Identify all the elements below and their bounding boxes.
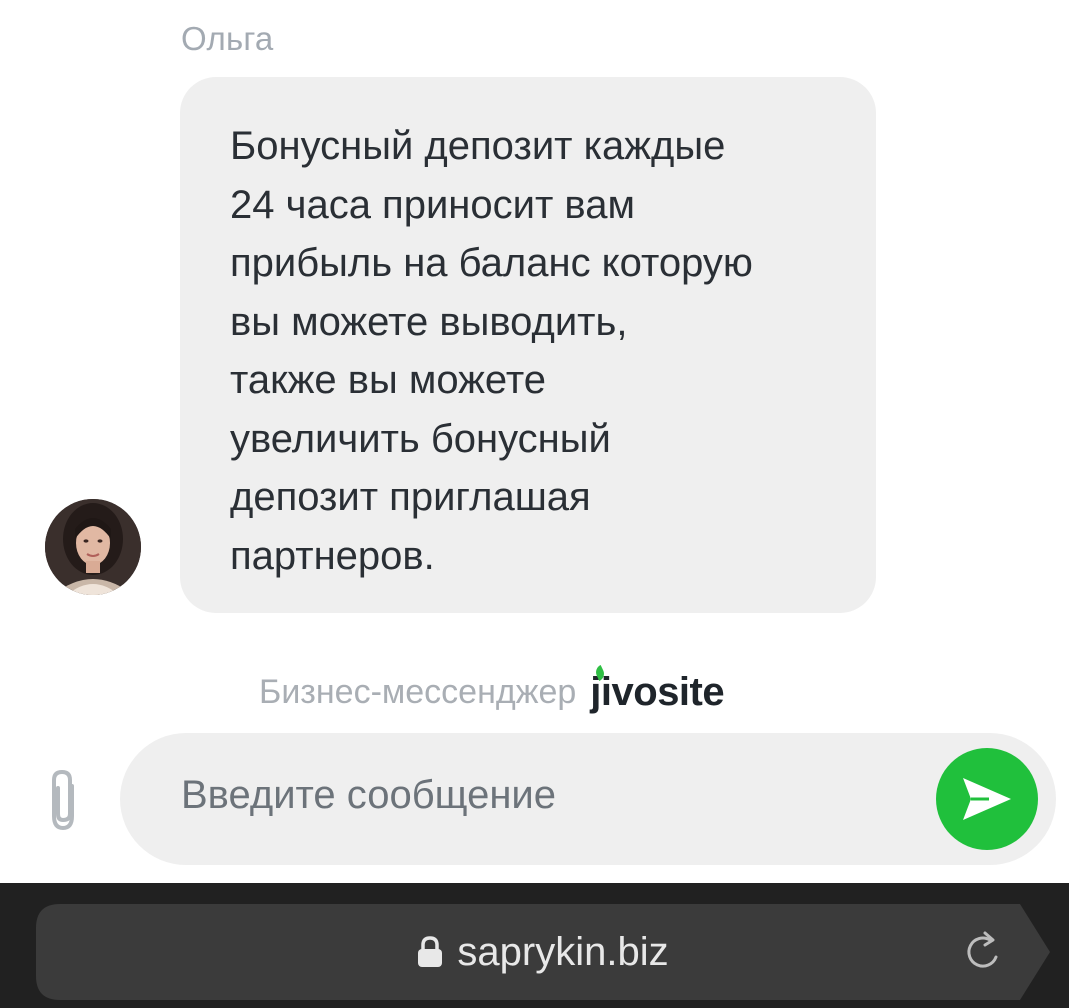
- branding-label: Бизнес-мессенджер: [259, 672, 577, 711]
- avatar-image: [45, 499, 141, 595]
- paperclip-icon[interactable]: [44, 768, 84, 834]
- message-input-placeholder: Введите сообщение: [181, 773, 556, 817]
- reload-icon[interactable]: [960, 929, 1006, 975]
- send-button[interactable]: [936, 748, 1038, 850]
- message-bubble: Бонусный депозит каждые 24 часа приносит…: [180, 77, 876, 613]
- sender-name: Ольга: [181, 20, 274, 57]
- url-content: saprykin.biz: [36, 904, 1050, 1000]
- url-text: saprykin.biz: [457, 929, 669, 974]
- branding[interactable]: Бизнес-мессенджер jivosite: [259, 662, 725, 722]
- message-text: Бонусный депозит каждые 24 часа приносит…: [230, 124, 753, 578]
- chat-window: Ольга Бонусный депозит каждые 24 часа пр…: [0, 0, 1069, 883]
- url-field[interactable]: saprykin.biz: [36, 904, 1050, 1000]
- jivosite-logo[interactable]: jivosite: [590, 664, 725, 715]
- lock-icon: [418, 936, 443, 967]
- logo-text: jivosite: [590, 669, 725, 714]
- agent-avatar: [45, 499, 141, 595]
- browser-address-bar: saprykin.biz: [0, 883, 1069, 1008]
- send-icon: [963, 778, 1011, 820]
- message-input[interactable]: Введите сообщение: [120, 733, 1056, 865]
